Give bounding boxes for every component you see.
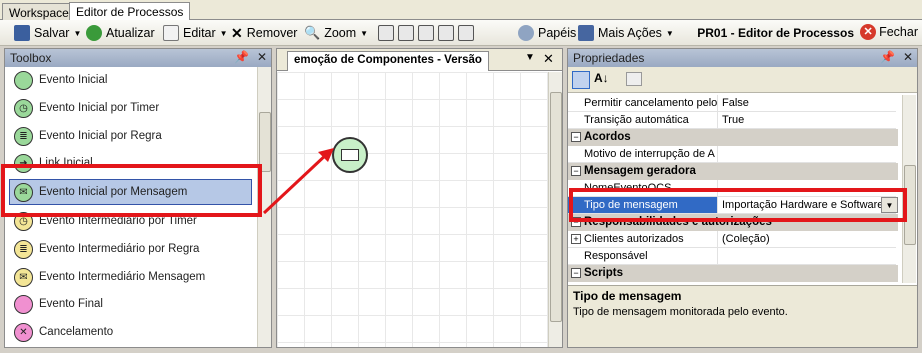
sort-alpha-icon[interactable]: A↓ — [594, 71, 609, 85]
categorized-icon[interactable] — [572, 71, 590, 89]
collapse-icon[interactable]: − — [571, 132, 581, 142]
property-value[interactable]: (Coleção) — [718, 231, 896, 247]
property-pages-icon[interactable] — [626, 72, 642, 86]
property-value[interactable]: True — [718, 112, 896, 128]
property-row[interactable]: Motivo de interrupção de A — [568, 146, 896, 163]
property-row[interactable]: Permitir cancelamento pelo False — [568, 95, 896, 112]
property-value[interactable]: False — [718, 95, 896, 111]
property-help: Tipo de mensagem Tipo de mensagem monito… — [568, 285, 917, 347]
category-scripts[interactable]: − Scripts — [568, 265, 898, 282]
property-name: Responsável — [568, 248, 718, 264]
category-mensagem-geradora[interactable]: − Mensagem geradora — [568, 163, 898, 180]
property-row[interactable]: Transição automática True — [568, 112, 896, 129]
property-row[interactable]: Responsável — [568, 248, 896, 265]
expand-icon[interactable]: + — [571, 234, 581, 244]
property-name: Clientes autorizados — [568, 231, 718, 247]
category-label: Acordos — [584, 131, 631, 143]
property-name: Transição automática — [568, 112, 718, 128]
properties-title: Propriedades — [573, 51, 645, 65]
category-label: Scripts — [584, 267, 623, 279]
category-acordos[interactable]: − Acordos — [568, 129, 898, 146]
category-label: Mensagem geradora — [584, 165, 696, 177]
properties-header: Propriedades 📌 ✕ — [568, 49, 917, 67]
property-name: Permitir cancelamento pelo — [568, 95, 718, 111]
property-value[interactable] — [718, 146, 896, 162]
collapse-icon[interactable]: − — [571, 166, 581, 176]
highlight-box — [569, 188, 907, 222]
property-value[interactable] — [718, 248, 896, 264]
pin-icon[interactable]: 📌 — [880, 50, 895, 64]
help-text: Tipo de mensagem monitorada pelo evento. — [573, 306, 788, 318]
properties-toolbar: A↓ — [568, 67, 917, 93]
close-icon[interactable]: ✕ — [903, 50, 913, 64]
property-row[interactable]: + Clientes autorizados (Coleção) — [568, 231, 896, 248]
property-name: Motivo de interrupção de A — [568, 146, 718, 162]
help-title: Tipo de mensagem — [573, 289, 682, 303]
collapse-icon[interactable]: − — [571, 268, 581, 278]
